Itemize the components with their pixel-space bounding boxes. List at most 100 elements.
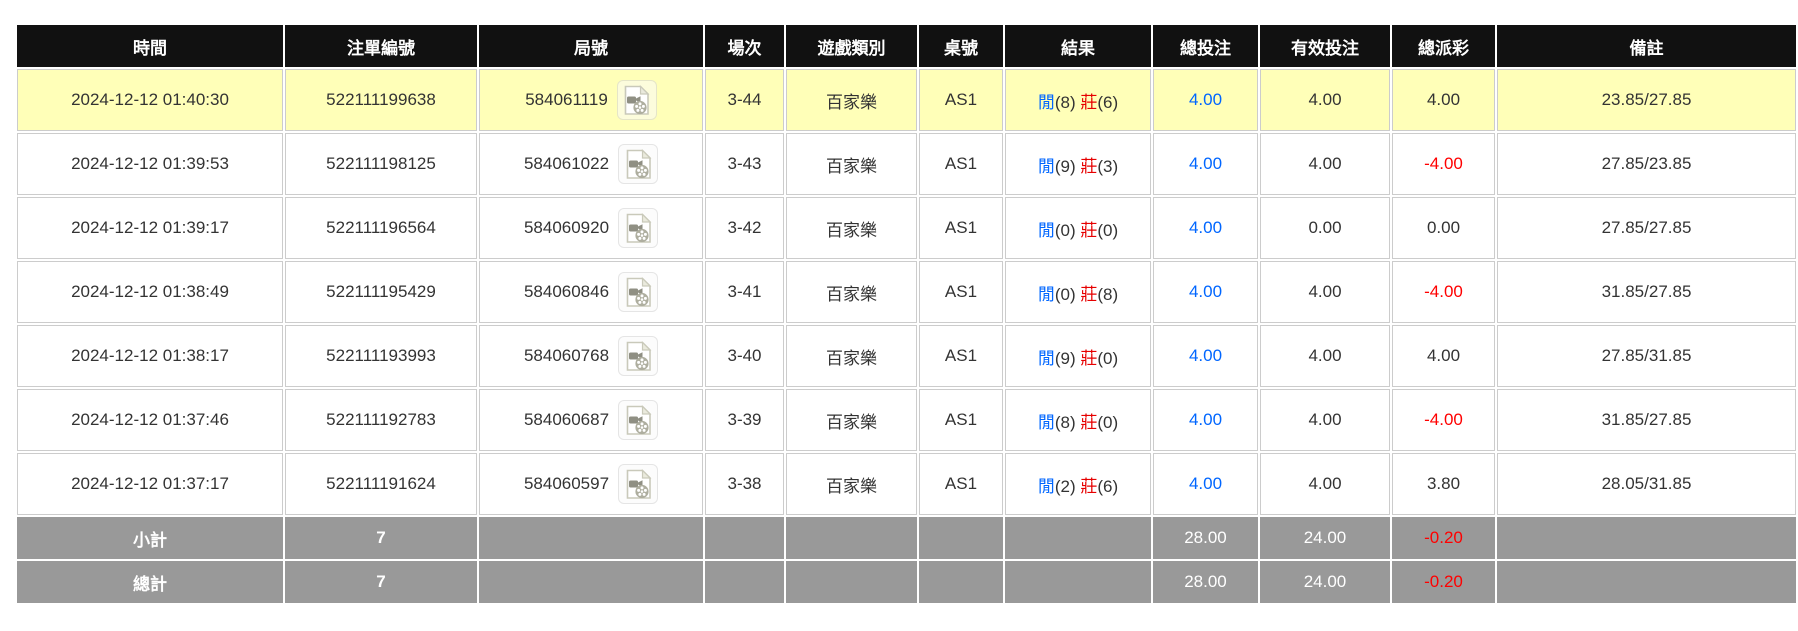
video-file-icon <box>625 341 652 372</box>
total-bet-link[interactable]: 4.00 <box>1189 90 1222 109</box>
result-banker-score: (8) <box>1097 285 1118 304</box>
cell-game-type: 百家樂 <box>786 261 917 323</box>
cell-result: 閒(0) 莊(0) <box>1005 197 1151 259</box>
cell-game-type: 百家樂 <box>786 133 917 195</box>
round-id-text: 584060846 <box>524 282 609 302</box>
cell-session: 3-44 <box>705 69 784 131</box>
total-bet-link[interactable]: 4.00 <box>1189 282 1222 301</box>
cell-round-id: 584060768 <box>479 325 703 387</box>
cell-session: 3-38 <box>705 453 784 515</box>
cell-total-bet[interactable]: 4.00 <box>1153 325 1258 387</box>
header-table-id: 桌號 <box>919 25 1003 67</box>
cell-valid-bet: 4.00 <box>1260 453 1390 515</box>
cell-game-type: 百家樂 <box>786 325 917 387</box>
cell-total-bet[interactable]: 4.00 <box>1153 197 1258 259</box>
cell-payout: -4.00 <box>1392 133 1495 195</box>
cell-total-bet[interactable]: 4.00 <box>1153 453 1258 515</box>
table-row: 2024-12-12 01:38:17 522111193993 5840607… <box>17 325 1796 387</box>
cell-total-bet[interactable]: 4.00 <box>1153 133 1258 195</box>
result-player-label: 閒 <box>1038 477 1055 496</box>
total-bet-link[interactable]: 4.00 <box>1189 410 1222 429</box>
result-banker-label: 莊 <box>1080 413 1097 432</box>
video-replay-button[interactable] <box>618 336 658 376</box>
video-replay-button[interactable] <box>618 144 658 184</box>
cell-bet-id: 522111199638 <box>285 69 477 131</box>
result-player-label: 閒 <box>1038 93 1055 112</box>
cell-remark: 28.05/31.85 <box>1497 453 1796 515</box>
total-bet-link[interactable]: 4.00 <box>1189 346 1222 365</box>
subtotal-payout: -0.20 <box>1392 517 1495 559</box>
cell-table-id: AS1 <box>919 261 1003 323</box>
total-bet-link[interactable]: 4.00 <box>1189 474 1222 493</box>
result-player-score: (8) <box>1055 413 1076 432</box>
video-file-icon <box>623 85 650 116</box>
video-replay-button[interactable] <box>618 400 658 440</box>
cell-total-bet[interactable]: 4.00 <box>1153 69 1258 131</box>
result-player-label: 閒 <box>1038 157 1055 176</box>
result-banker-score: (6) <box>1097 93 1118 112</box>
cell-round-id: 584061119 <box>479 69 703 131</box>
cell-payout: -4.00 <box>1392 389 1495 451</box>
result-banker-score: (3) <box>1097 157 1118 176</box>
result-banker-label: 莊 <box>1080 93 1097 112</box>
result-player-score: (2) <box>1055 477 1076 496</box>
cell-session: 3-41 <box>705 261 784 323</box>
cell-table-id: AS1 <box>919 69 1003 131</box>
cell-result: 閒(9) 莊(0) <box>1005 325 1151 387</box>
cell-table-id: AS1 <box>919 389 1003 451</box>
result-player-score: (0) <box>1055 221 1076 240</box>
cell-payout: 3.80 <box>1392 453 1495 515</box>
cell-remark: 31.85/27.85 <box>1497 261 1796 323</box>
cell-table-id: AS1 <box>919 133 1003 195</box>
round-id-text: 584061119 <box>525 90 608 110</box>
header-time: 時間 <box>17 25 283 67</box>
total-bet-link[interactable]: 4.00 <box>1189 218 1222 237</box>
header-row: 時間 注單編號 局號 場次 遊戲類別 桌號 結果 總投注 有效投注 總派彩 備註 <box>17 25 1796 67</box>
cell-time: 2024-12-12 01:38:17 <box>17 325 283 387</box>
cell-time: 2024-12-12 01:39:53 <box>17 133 283 195</box>
subtotal-empty-table-id <box>919 517 1003 559</box>
subtotal-empty-remark <box>1497 517 1796 559</box>
cell-bet-id: 522111198125 <box>285 133 477 195</box>
table-body: 2024-12-12 01:40:30 522111199638 5840611… <box>17 69 1796 603</box>
result-banker-label: 莊 <box>1080 349 1097 368</box>
cell-bet-id: 522111192783 <box>285 389 477 451</box>
cell-game-type: 百家樂 <box>786 453 917 515</box>
table-row: 2024-12-12 01:40:30 522111199638 5840611… <box>17 69 1796 131</box>
subtotal-empty-result <box>1005 517 1151 559</box>
cell-payout: 4.00 <box>1392 69 1495 131</box>
video-replay-button[interactable] <box>617 80 657 120</box>
video-replay-button[interactable] <box>618 464 658 504</box>
total-valid-bet: 24.00 <box>1260 561 1390 603</box>
cell-payout: 0.00 <box>1392 197 1495 259</box>
cell-valid-bet: 4.00 <box>1260 389 1390 451</box>
cell-bet-id: 522111191624 <box>285 453 477 515</box>
cell-total-bet[interactable]: 4.00 <box>1153 389 1258 451</box>
video-file-icon <box>625 405 652 436</box>
round-id-text: 584060768 <box>524 346 609 366</box>
result-player-label: 閒 <box>1038 349 1055 368</box>
header-payout: 總派彩 <box>1392 25 1495 67</box>
subtotal-empty-session <box>705 517 784 559</box>
header-game-type: 遊戲類別 <box>786 25 917 67</box>
result-banker-score: (0) <box>1097 349 1118 368</box>
result-banker-label: 莊 <box>1080 221 1097 240</box>
cell-bet-id: 522111193993 <box>285 325 477 387</box>
video-file-icon <box>625 213 652 244</box>
subtotal-row: 小計 7 28.00 24.00 -0.20 <box>17 517 1796 559</box>
cell-total-bet[interactable]: 4.00 <box>1153 261 1258 323</box>
result-banker-label: 莊 <box>1080 157 1097 176</box>
cell-valid-bet: 4.00 <box>1260 133 1390 195</box>
total-label: 總計 <box>17 561 283 603</box>
header-session: 場次 <box>705 25 784 67</box>
cell-result: 閒(8) 莊(0) <box>1005 389 1151 451</box>
cell-session: 3-40 <box>705 325 784 387</box>
video-replay-button[interactable] <box>618 272 658 312</box>
video-replay-button[interactable] <box>618 208 658 248</box>
round-id-text: 584060597 <box>524 474 609 494</box>
result-player-score: (0) <box>1055 285 1076 304</box>
cell-bet-id: 522111196564 <box>285 197 477 259</box>
result-player-score: (8) <box>1055 93 1076 112</box>
total-bet-link[interactable]: 4.00 <box>1189 154 1222 173</box>
subtotal-total-bet: 28.00 <box>1153 517 1258 559</box>
